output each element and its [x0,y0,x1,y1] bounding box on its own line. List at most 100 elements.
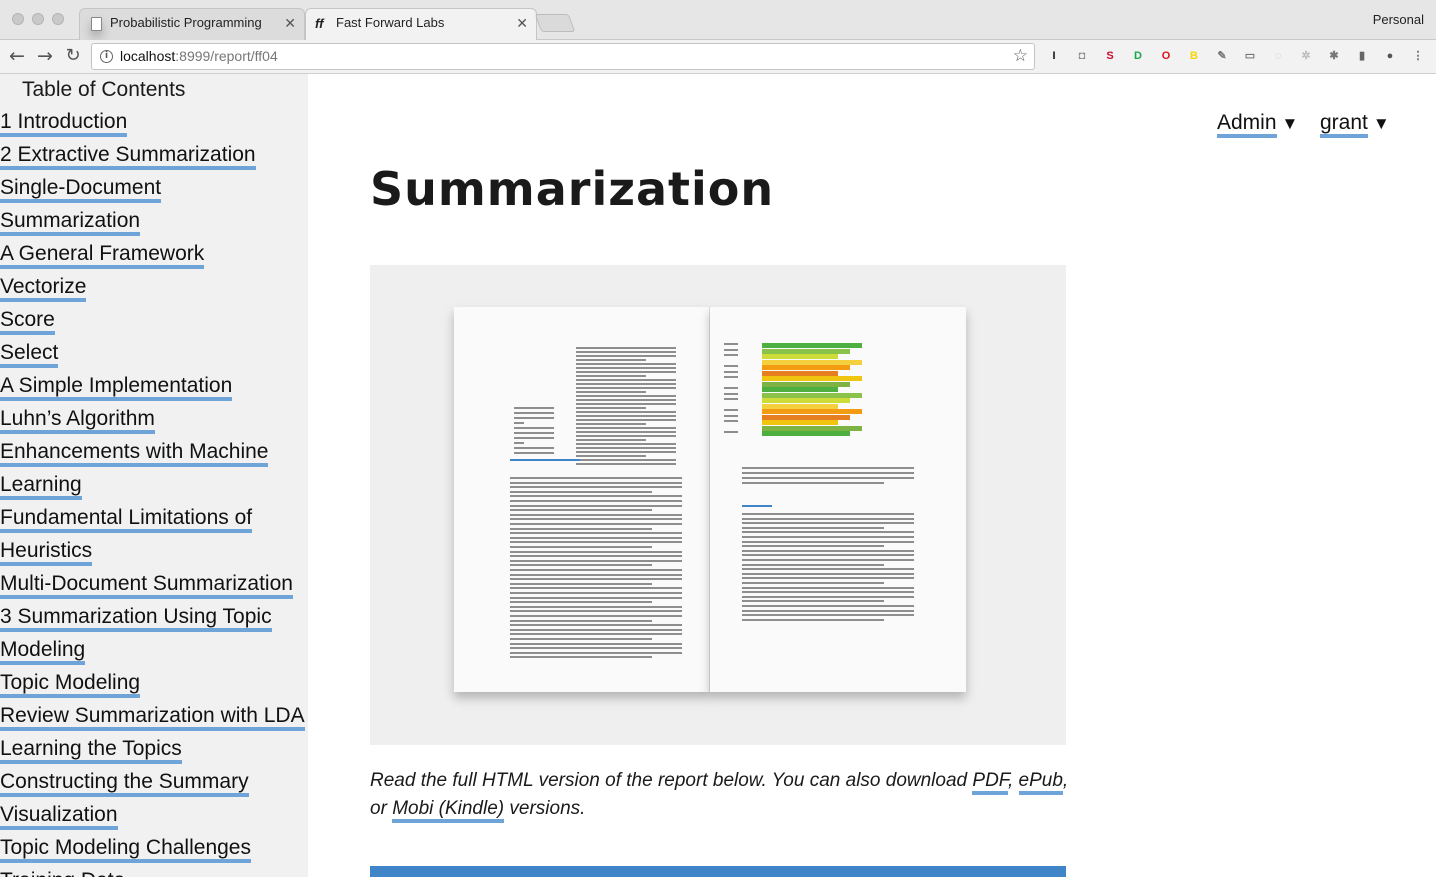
toc-link[interactable]: Select [0,338,308,371]
user-menu-label: grant [1320,111,1368,138]
toc-link[interactable]: Topic Modeling [0,668,308,701]
pin-icon[interactable]: ✎ [1214,48,1230,64]
toc-link-label: Topic Modeling [0,671,141,698]
zoom-window-button[interactable] [52,13,64,25]
camera-icon[interactable]: ◘ [1074,48,1090,64]
toc-link-label: Review Summarization with LDA [0,704,305,731]
book-text-line [742,513,914,515]
toc-link[interactable]: Training Data [0,866,308,877]
toc-link[interactable]: Multi-Document Summarization [0,569,308,602]
toc-link[interactable]: Summarization [0,206,308,239]
mobi-download-link[interactable]: Mobi (Kindle) [392,798,505,823]
toc-link[interactable]: Visualization [0,800,308,833]
heatmap-row [762,425,862,431]
pdf-download-link[interactable]: PDF [972,770,1008,795]
grammarly-icon[interactable]: D [1130,48,1146,64]
bug-icon[interactable]: ✱ [1326,48,1342,64]
reader-icon[interactable]: ▮ [1354,48,1370,64]
stylish-icon[interactable]: S [1102,48,1118,64]
book-text-line [510,638,652,640]
heatmap-row [762,365,850,370]
book-text-line [510,509,652,512]
cast-icon[interactable]: ▭ [1242,48,1258,64]
book-text-line [510,495,682,498]
toc-link[interactable]: Review Summarization with LDA [0,701,308,734]
book-text-line [576,451,676,453]
tab-fast-forward-labs[interactable]: ff Fast Forward Labs ✕ [305,8,537,41]
new-tab-button[interactable] [534,14,576,32]
book-text-line [576,359,646,361]
book-text-line [742,568,914,571]
toc-link[interactable]: Enhancements with Machine [0,437,308,470]
heatmap-row [762,359,862,365]
toc-link[interactable]: 2 Extractive Summarization [0,140,308,173]
info-icon[interactable]: i [100,50,113,63]
close-window-button[interactable] [12,13,24,25]
book-text-line [510,481,682,484]
heatmap-row [762,409,862,414]
user-menu[interactable]: grant ▼ [1320,111,1390,138]
fox-icon[interactable]: ● [1382,48,1398,64]
bookmarklet-icon[interactable]: B [1186,48,1202,64]
book-text-line [742,545,884,548]
admin-menu-label: Admin [1217,111,1277,138]
book-text-line [576,351,676,353]
heatmap-row [762,354,838,359]
book-text-line [510,532,682,535]
address-bar[interactable]: i localhost:8999/report/ff04 ☆ [91,43,1035,70]
toc-link[interactable]: A Simple Implementation [0,371,308,404]
toc-link[interactable]: A General Framework [0,239,308,272]
toc-link-label: 1 Introduction [0,110,128,137]
toc-link-label: Modeling [0,638,86,665]
toc-link-label: Multi-Document Summarization [0,572,293,599]
book-text-line [576,439,646,441]
book-text-line [510,486,682,489]
browser-toolbar: ← → ↻ i localhost:8999/report/ff04 ☆ I ◘ S… [0,40,1436,74]
book-text-line [576,387,676,389]
reload-icon[interactable]: ↻ [62,44,84,68]
book-text-line [724,354,738,356]
bookmark-star-icon[interactable]: ☆ [1013,46,1028,66]
toc-link[interactable]: Topic Modeling Challenges [0,833,308,866]
heatmap-row [762,376,862,381]
back-arrow-icon[interactable]: ← [6,44,28,68]
book-text-line [510,536,682,539]
heatmap-row [762,414,850,420]
toc-link[interactable]: Constructing the Summary [0,767,308,800]
heatmap-row [762,431,850,436]
book-text-line [576,427,676,429]
opera-icon[interactable]: O [1158,48,1174,64]
instapaper-icon[interactable]: I [1046,48,1062,64]
minimize-window-button[interactable] [32,13,44,25]
circle-ext-icon[interactable]: ◌ [1270,48,1286,64]
epub-download-link[interactable]: ePub [1018,770,1063,795]
tab-probabilistic-programming[interactable]: Probabilistic Programming ✕ [79,8,305,40]
toc-link[interactable]: Luhn’s Algorithm [0,404,308,437]
close-icon[interactable]: ✕ [516,15,528,32]
menu-dots-icon[interactable]: ⋮ [1410,48,1426,64]
toc-link[interactable]: Learning [0,470,308,503]
toc-link[interactable]: Vectorize [0,272,308,305]
book-text-line [742,559,914,561]
toc-link[interactable]: Single-Document [0,173,308,206]
toc-link[interactable]: Score [0,305,308,338]
toc-link[interactable]: Fundamental Limitations of [0,503,308,536]
book-text-line [724,387,738,389]
toc-link[interactable]: 3 Summarization Using Topic [0,602,308,635]
profile-label[interactable]: Personal [1373,12,1424,27]
toc-link[interactable]: Heuristics [0,536,308,569]
url-text[interactable]: localhost:8999/report/ff04 [120,48,278,64]
book-text-line [576,435,676,437]
book-text-line [742,563,884,566]
heatmap-row [762,398,850,403]
book-text-line [576,415,676,417]
toc-link[interactable]: Modeling [0,635,308,668]
gear-ext-icon[interactable]: ✲ [1298,48,1314,64]
forward-arrow-icon[interactable]: → [34,44,56,68]
toc-link[interactable]: Learning the Topics [0,734,308,767]
book-text-line [514,447,554,449]
close-icon[interactable]: ✕ [284,15,296,32]
download-intro-text: Read the full HTML version of the report… [370,767,1070,823]
admin-menu[interactable]: Admin ▼ [1217,111,1298,138]
toc-link[interactable]: 1 Introduction [0,107,308,140]
